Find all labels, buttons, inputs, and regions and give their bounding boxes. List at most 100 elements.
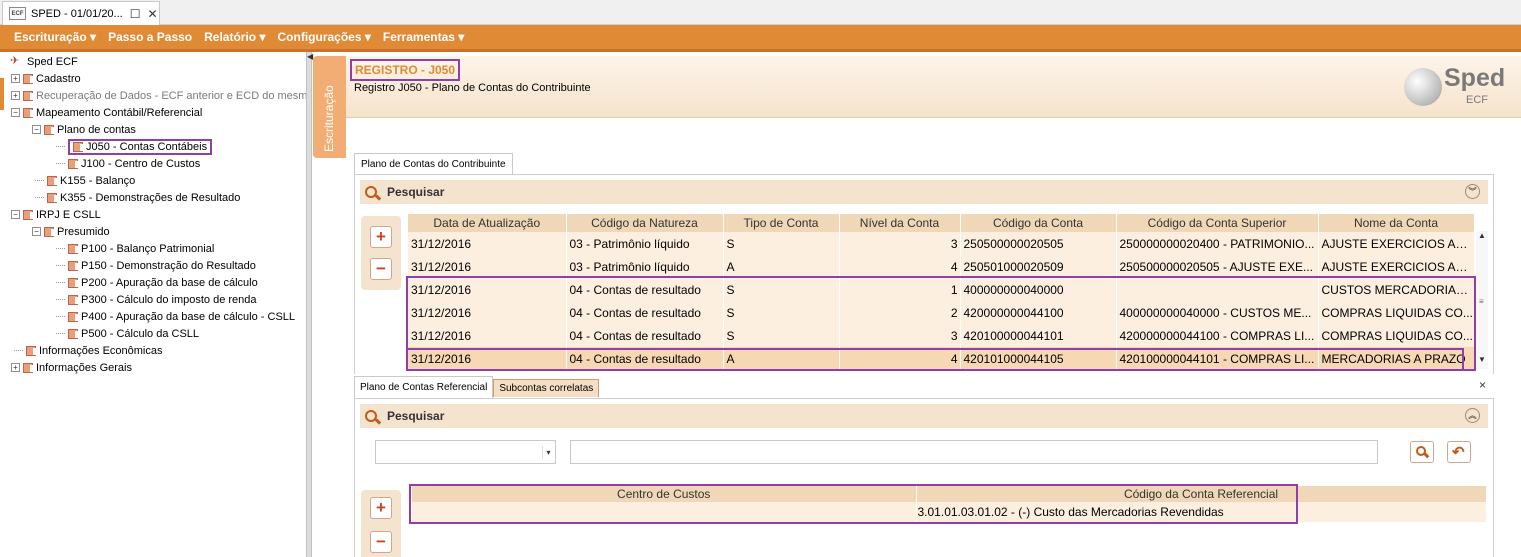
tree-item-recuperacao[interactable]: + Recuperação de Dados - ECF anterior e …	[11, 87, 306, 104]
table-cell: A	[723, 255, 840, 278]
table-cell: 1	[839, 278, 961, 301]
logo-sphere-icon	[1404, 68, 1442, 106]
column-header[interactable]: Nível da Conta	[839, 214, 961, 232]
page-subtitle: Registro J050 - Plano de Contas do Contr…	[354, 82, 591, 94]
table-cell: 31/12/2016	[408, 324, 567, 347]
lower-row-actions: + −	[361, 490, 401, 557]
menu-configuracoes[interactable]: Configurações ▾	[272, 30, 377, 44]
table-cell: 04 - Contas de resultado	[566, 278, 724, 301]
table-row[interactable]: 31/12/2016 04 - Contas de resultado S 3 …	[408, 324, 1475, 347]
lower-search-bar[interactable]: Pesquisar ︽	[360, 404, 1488, 428]
table-cell: 4	[839, 255, 961, 278]
table-cell: MERCADORIAS A PRAZO	[1318, 347, 1475, 370]
collapse-icon[interactable]: −	[11, 210, 20, 219]
expand-icon[interactable]: +	[11, 74, 20, 83]
tab-escrituracao[interactable]: Escrituração	[313, 56, 346, 158]
menu-passo-a-passo[interactable]: Passo a Passo	[102, 30, 198, 44]
tree-item-informacoes-economicas[interactable]: Informações Econômicas	[14, 342, 163, 359]
table-cell: AJUSTE EXERCICIOS AN...	[1318, 255, 1475, 278]
table-cell: S	[723, 324, 840, 347]
column-header[interactable]: Código da Conta Referencial	[916, 486, 1487, 502]
tab-plano-contas-referencial[interactable]: Plano de Contas Referencial	[354, 376, 494, 398]
table-row-selected[interactable]: 31/12/2016 04 - Contas de resultado A 4 …	[408, 347, 1475, 370]
scroll-down-icon[interactable]: ▼	[1478, 355, 1486, 364]
search-input[interactable]	[570, 440, 1378, 464]
column-header[interactable]: Centro de Custos	[412, 486, 917, 502]
maximize-icon[interactable]: ☐	[130, 7, 141, 21]
menu-ferramentas[interactable]: Ferramentas ▾	[377, 30, 470, 44]
upper-row-actions: + −	[361, 216, 401, 290]
window-tab[interactable]: ECF SPED - 01/01/20... ☐ ✕	[2, 1, 160, 25]
remove-referencial-button[interactable]: −	[370, 531, 392, 553]
collapse-icon[interactable]: −	[32, 227, 41, 236]
table-row[interactable]: 31/12/2016 04 - Contas de resultado S 2 …	[408, 301, 1475, 324]
close-icon[interactable]: ✕	[147, 7, 157, 21]
scroll-up-icon[interactable]: ▲	[1478, 231, 1486, 240]
add-referencial-button[interactable]: +	[370, 497, 392, 519]
expand-search-icon[interactable]: ︾	[1465, 184, 1480, 199]
expand-icon[interactable]: +	[11, 363, 20, 372]
tree-item-informacoes-gerais[interactable]: + Informações Gerais	[11, 359, 132, 376]
tree-item-j100[interactable]: J100 - Centro de Custos	[56, 155, 200, 172]
tree-item-p500[interactable]: P500 - Cálculo da CSLL	[56, 325, 199, 342]
table-row[interactable]: 3.01.01.03.01.02 - (-) Custo das Mercado…	[412, 502, 1487, 522]
tree-item-label: Cadastro	[36, 72, 81, 85]
expand-icon[interactable]: +	[11, 91, 20, 100]
collapse-search-icon[interactable]: ︽	[1465, 408, 1480, 423]
tree-item-label: K355 - Demonstrações de Resultado	[60, 191, 241, 204]
table-cell: 31/12/2016	[408, 232, 567, 255]
table-row[interactable]: 31/12/2016 03 - Patrimônio líquido S 3 2…	[408, 232, 1475, 255]
tree-item-label: P500 - Cálculo da CSLL	[81, 327, 200, 340]
tree-item-p200[interactable]: P200 - Apuração da base de cálculo	[56, 274, 258, 291]
tree-item-plano-de-contas[interactable]: − Plano de contas	[32, 121, 136, 138]
remove-row-button[interactable]: −	[370, 258, 392, 280]
column-header[interactable]: Código da Conta	[960, 214, 1117, 232]
tree-root[interactable]: ✈ Sped ECF	[10, 53, 78, 70]
search-button[interactable]	[1410, 441, 1434, 463]
chevron-down-icon[interactable]: ▾	[542, 446, 554, 459]
document-icon	[68, 328, 78, 339]
table-cell: 31/12/2016	[408, 255, 567, 278]
collapse-icon[interactable]: −	[32, 125, 41, 134]
tab-subcontas-correlatas[interactable]: Subcontas correlatas	[493, 379, 600, 397]
filter-select[interactable]: ▾	[375, 440, 556, 464]
close-panel-icon[interactable]: ×	[1479, 378, 1486, 392]
menu-escrituracao[interactable]: Escrituração ▾	[8, 30, 102, 44]
tree-item-k355[interactable]: K355 - Demonstrações de Resultado	[35, 189, 240, 206]
menu-relatorio[interactable]: Relatório ▾	[198, 30, 271, 44]
tree-item-j050[interactable]: J050 - Contas Contábeis	[56, 138, 213, 155]
tree-item-p300[interactable]: P300 - Cálculo do imposto de renda	[56, 291, 257, 308]
tab-plano-contas-contribuinte[interactable]: Plano de Contas do Contribuinte	[354, 153, 513, 175]
column-header[interactable]: Nome da Conta	[1318, 214, 1475, 232]
upper-search-bar[interactable]: Pesquisar ︾	[360, 180, 1488, 204]
table-row[interactable]: 31/12/2016 04 - Contas de resultado S 1 …	[408, 278, 1475, 301]
tree-item-p100[interactable]: P100 - Balanço Patrimonial	[56, 240, 214, 257]
window-titlebar: ECF SPED - 01/01/20... ☐ ✕	[0, 0, 1521, 25]
folder-icon	[23, 209, 33, 220]
tree-item-mapeamento[interactable]: − Mapeamento Contábil/Referencial	[11, 104, 202, 121]
column-header[interactable]: Código da Natureza	[566, 214, 724, 232]
tree-item-k155[interactable]: K155 - Balanço	[35, 172, 135, 189]
add-row-button[interactable]: +	[370, 226, 392, 248]
table-vertical-scrollbar[interactable]: ▲ ≡ ▼	[1476, 231, 1488, 369]
sidebar-collapse-strip[interactable]	[0, 78, 4, 110]
folder-icon	[23, 362, 33, 373]
reset-button[interactable]: ↶	[1447, 441, 1471, 463]
collapse-icon[interactable]: −	[11, 108, 20, 117]
scroll-thumb[interactable]: ≡	[1479, 297, 1484, 306]
tree-item-irpj-csll[interactable]: − IRPJ E CSLL	[11, 206, 101, 223]
document-icon	[47, 175, 57, 186]
panel-splitter[interactable]: ◀	[306, 52, 313, 557]
table-header-row: Data de Atualização Código da Natureza T…	[408, 214, 1475, 232]
tree-item-cadastro[interactable]: + Cadastro	[11, 70, 81, 87]
column-header[interactable]: Código da Conta Superior	[1116, 214, 1319, 232]
sped-ecf-logo: Sped ECF	[1404, 64, 1509, 112]
tree-item-p150[interactable]: P150 - Demonstração do Resultado	[56, 257, 256, 274]
column-header[interactable]: Tipo de Conta	[723, 214, 840, 232]
column-header[interactable]: Data de Atualização	[408, 214, 567, 232]
tree-item-p400[interactable]: P400 - Apuração da base de cálculo - CSL…	[56, 308, 295, 325]
window-title: SPED - 01/01/20...	[31, 7, 123, 20]
tree-item-presumido[interactable]: − Presumido	[32, 223, 110, 240]
table-cell: 04 - Contas de resultado	[566, 301, 724, 324]
table-row[interactable]: 31/12/2016 03 - Patrimônio líquido A 4 2…	[408, 255, 1475, 278]
